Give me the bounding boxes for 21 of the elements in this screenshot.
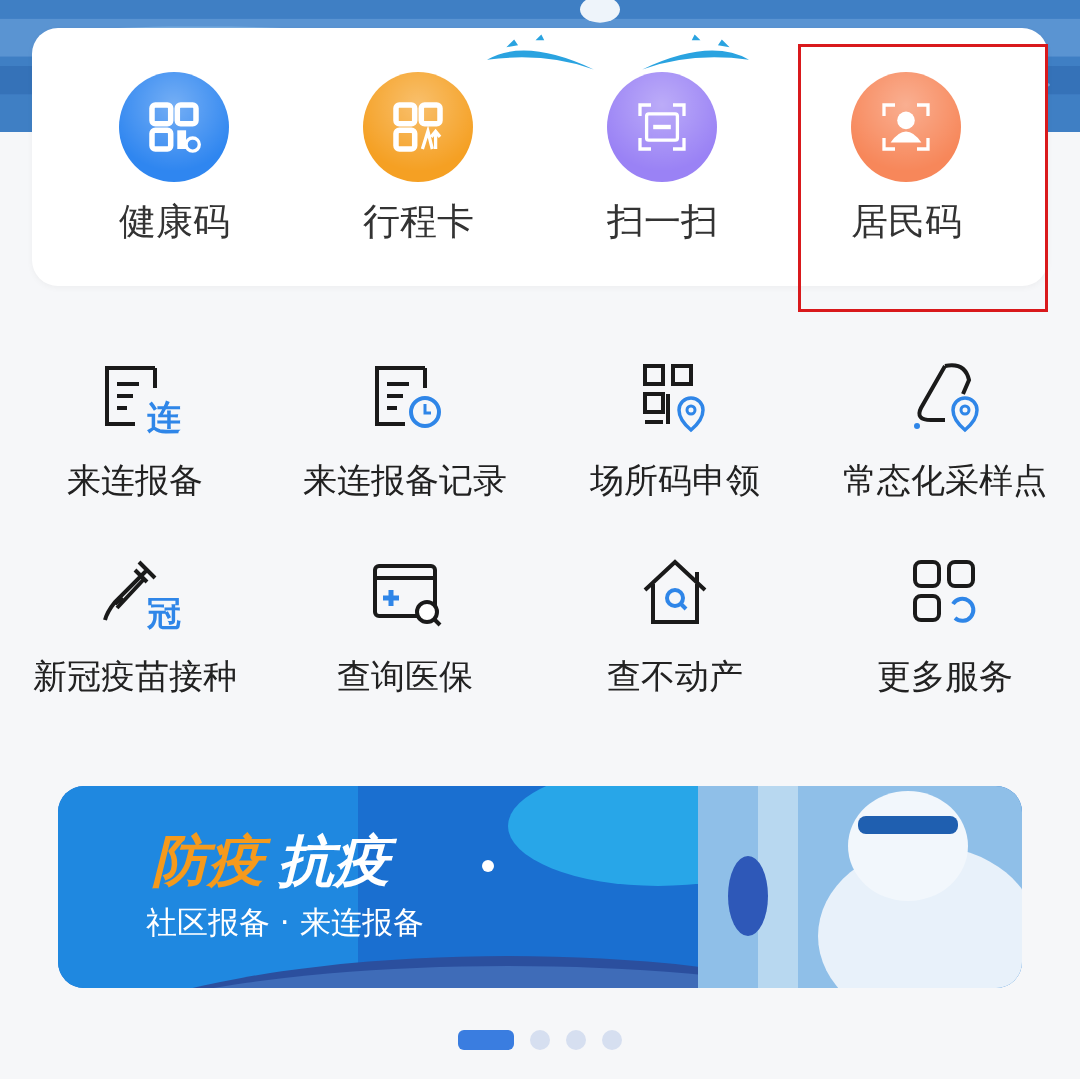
service-label[interactable]: 更多服务 <box>877 656 1013 696</box>
banner-title: 防疫 <box>146 830 272 892</box>
service-label[interactable]: 新冠疫苗接种 <box>33 656 237 696</box>
pager-dot[interactable] <box>530 1030 550 1050</box>
service-label[interactable]: 来连报备 <box>67 460 203 500</box>
service-label[interactable]: 常态化采样点 <box>843 460 1047 500</box>
icon-glyph: 冠 <box>147 594 181 632</box>
action-label[interactable]: 健康码 <box>118 200 230 244</box>
banner-title: 抗疫 <box>272 830 398 892</box>
pager-dot[interactable] <box>566 1030 586 1050</box>
pager-dot[interactable] <box>602 1030 622 1050</box>
action-label[interactable]: 居民码 <box>850 200 962 244</box>
banner[interactable]: 防疫 抗疫 社区报备 · 来连报备 <box>58 786 1022 988</box>
service-label[interactable]: 查询医保 <box>337 656 473 696</box>
service-label[interactable]: 查不动产 <box>607 656 743 696</box>
service-label[interactable]: 场所码申领 <box>590 460 760 500</box>
action-label[interactable]: 扫一扫 <box>606 200 718 244</box>
action-label[interactable]: 行程卡 <box>362 200 474 244</box>
icon-glyph: 连 <box>147 398 181 436</box>
banner-subtitle: 社区报备 · 来连报备 <box>146 904 424 940</box>
service-label[interactable]: 来连报备记录 <box>303 460 507 500</box>
